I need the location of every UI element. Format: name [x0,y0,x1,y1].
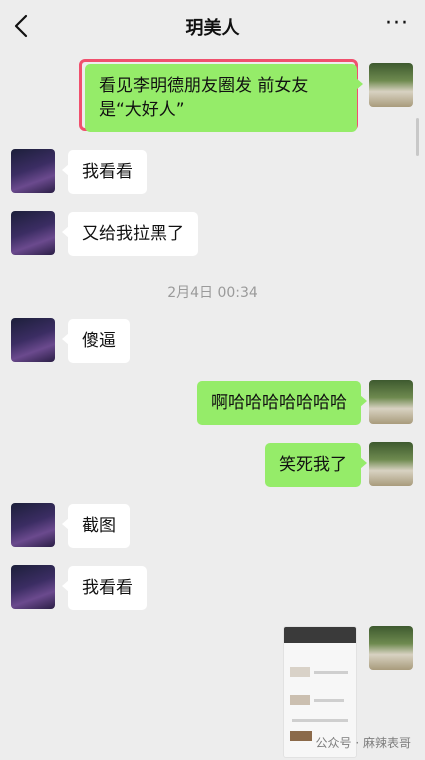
thumbnail-text-line [314,699,344,702]
thumbnail-photo [290,695,310,705]
message-bubble-incoming[interactable]: 我看看 [62,150,147,194]
scrollbar[interactable] [416,118,419,156]
chat-header: 玥美人 ··· [0,0,425,52]
watermark: 公众号 · 麻辣表哥 [315,736,411,750]
message-bubble-incoming[interactable]: 截图 [62,504,130,548]
self-avatar[interactable] [369,442,413,486]
self-avatar[interactable] [369,380,413,424]
contact-avatar[interactable] [11,503,55,547]
self-avatar[interactable] [369,63,413,107]
message-bubble-outgoing[interactable]: 啊哈哈哈哈哈哈哈 [197,381,367,425]
chat-title: 玥美人 [185,18,240,39]
timestamp: 2月4日 00:34 [167,285,258,301]
contact-avatar[interactable] [11,211,55,255]
thumbnail-photo [290,731,312,741]
thumbnail-text-line [292,719,348,722]
thumbnail-text-line [314,671,348,674]
contact-avatar[interactable] [11,149,55,193]
more-options-icon[interactable]: ··· [385,13,409,35]
thumbnail-photo [290,667,310,677]
message-bubble-incoming[interactable]: 我看看 [62,566,147,610]
contact-avatar[interactable] [11,318,55,362]
self-avatar[interactable] [369,626,413,670]
message-bubble-outgoing[interactable]: 看见李明德朋友圈发 前女友是“大好人” [85,64,363,132]
message-bubble-outgoing[interactable]: 笑死我了 [265,443,367,487]
contact-avatar[interactable] [11,565,55,609]
thumbnail-header [284,627,356,643]
message-bubble-incoming[interactable]: 傻逼 [62,319,130,363]
message-bubble-incoming[interactable]: 又给我拉黑了 [62,212,198,256]
